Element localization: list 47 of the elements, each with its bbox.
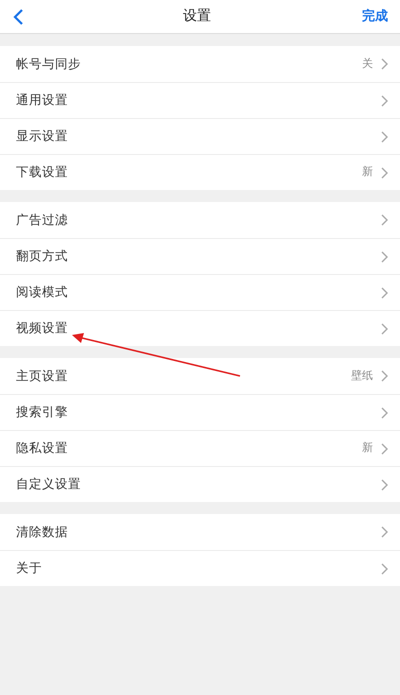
settings-row[interactable]: 显示设置: [0, 118, 400, 154]
chevron-icon: [381, 130, 388, 142]
row-value: 关: [362, 56, 373, 72]
chevron-icon: [381, 322, 388, 334]
settings-row[interactable]: 搜索引擎: [0, 394, 400, 430]
row-value: 新: [362, 164, 373, 180]
row-label: 搜索引擎: [16, 403, 68, 422]
settings-row[interactable]: 阅读模式: [0, 274, 400, 310]
settings-row[interactable]: 下载设置 新: [0, 154, 400, 190]
chevron-icon: [381, 406, 388, 418]
settings-row[interactable]: 隐私设置 新: [0, 430, 400, 466]
chevron-icon: [381, 94, 388, 106]
row-label: 阅读模式: [16, 283, 68, 302]
chevron-icon: [381, 58, 388, 70]
settings-row[interactable]: 清除数据: [0, 514, 400, 550]
row-label: 下载设置: [16, 163, 68, 182]
chevron-icon: [381, 478, 388, 490]
settings-row[interactable]: 主页设置 壁纸: [0, 358, 400, 394]
settings-row[interactable]: 帐号与同步 关: [0, 46, 400, 82]
chevron-icon: [381, 166, 388, 178]
row-label: 关于: [16, 559, 42, 578]
row-label: 显示设置: [16, 127, 68, 146]
row-value: 壁纸: [351, 368, 373, 384]
page-title: 设置: [183, 7, 211, 26]
row-label: 广告过滤: [16, 210, 68, 229]
settings-row[interactable]: 翻页方式: [0, 238, 400, 274]
row-label: 视频设置: [16, 319, 68, 338]
done-button[interactable]: 完成: [362, 6, 388, 26]
chevron-icon: [381, 286, 388, 298]
row-label: 隐私设置: [16, 439, 68, 458]
row-value: 新: [362, 440, 373, 456]
row-label: 主页设置: [16, 366, 68, 385]
settings-row[interactable]: 广告过滤: [0, 202, 400, 238]
row-label: 清除数据: [16, 522, 68, 541]
row-label: 翻页方式: [16, 247, 68, 266]
chevron-icon: [381, 442, 388, 454]
chevron-icon: [381, 526, 388, 538]
row-label: 通用设置: [16, 91, 68, 110]
chevron-icon: [381, 250, 388, 262]
row-label: 帐号与同步: [16, 54, 81, 73]
chevron-icon: [381, 370, 388, 382]
settings-row[interactable]: 通用设置: [0, 82, 400, 118]
row-label: 自定义设置: [16, 475, 81, 494]
settings-row[interactable]: 关于: [0, 550, 400, 586]
chevron-icon: [381, 214, 388, 226]
settings-row[interactable]: 自定义设置: [0, 466, 400, 502]
chevron-icon: [381, 562, 388, 574]
